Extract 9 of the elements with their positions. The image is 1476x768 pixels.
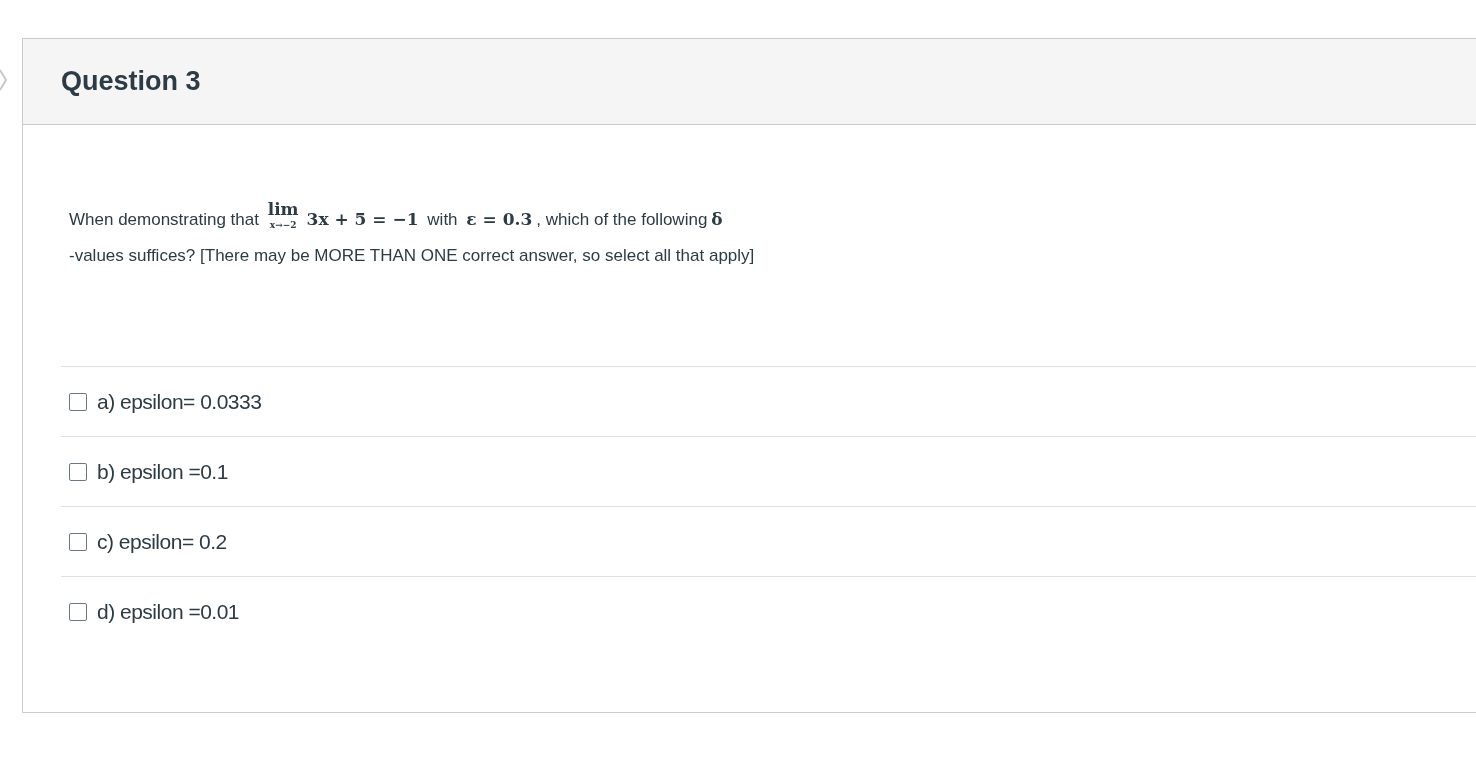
answer-checkbox[interactable] bbox=[69, 532, 87, 551]
answer-checkbox[interactable] bbox=[69, 462, 87, 481]
answer-label[interactable]: a) epsilon= 0.0333 bbox=[97, 385, 262, 418]
answer-checkbox[interactable] bbox=[69, 392, 87, 411]
answer-label[interactable]: b) epsilon =0.1 bbox=[97, 455, 228, 488]
answer-checkbox[interactable] bbox=[69, 602, 87, 621]
answer-label[interactable]: c) epsilon= 0.2 bbox=[97, 525, 227, 558]
answer-label[interactable]: d) epsilon =0.01 bbox=[97, 595, 240, 628]
question-title: Question 3 bbox=[61, 65, 201, 99]
